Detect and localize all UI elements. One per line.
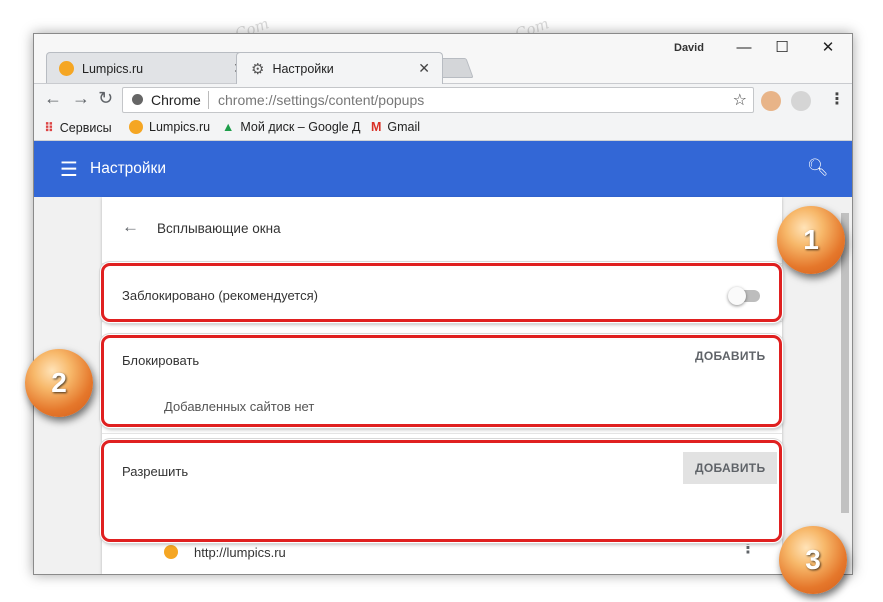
extension-icon[interactable]: [791, 91, 811, 111]
bookmark-label: Gmail: [387, 120, 421, 134]
separator: [208, 91, 209, 109]
highlight-box-allow: [101, 440, 782, 542]
settings-header: ☰ Настройки 🔍︎: [34, 141, 852, 197]
close-button[interactable]: ✕: [808, 37, 848, 59]
bookmark-lumpics[interactable]: Lumpics.ru: [129, 120, 210, 134]
back-arrow-icon[interactable]: ←: [44, 88, 62, 109]
bookmark-label: Lumpics.ru: [149, 120, 211, 134]
step-badge-1: 1: [777, 206, 845, 274]
tab-label: Lumpics.ru: [82, 61, 144, 76]
toolbar: ← → ↻ Chrome chrome://settings/content/p…: [34, 83, 852, 116]
extension-icon[interactable]: [761, 91, 781, 111]
forward-arrow-icon[interactable]: →: [72, 88, 90, 109]
bookmark-label: Сервисы: [59, 120, 112, 135]
reload-icon[interactable]: ↻: [98, 88, 113, 109]
step-badge-3: 3: [779, 526, 847, 594]
search-icon[interactable]: 🔍︎: [807, 158, 829, 178]
back-arrow-icon[interactable]: ←: [122, 217, 139, 237]
close-icon[interactable]: ✕: [418, 60, 430, 77]
tab-settings[interactable]: ⚙ Настройки ✕: [236, 52, 443, 84]
bookmark-services[interactable]: ⠿ Сервисы: [44, 120, 112, 136]
header-title: Настройки: [90, 160, 167, 177]
divider: [102, 433, 782, 434]
scrollbar-thumb[interactable]: [841, 213, 849, 513]
lumpics-favicon-icon: [164, 545, 178, 559]
profile-name[interactable]: David: [674, 42, 704, 54]
lumpics-favicon-icon: [59, 61, 74, 76]
star-icon[interactable]: ☆: [733, 90, 747, 110]
site-label: Chrome: [151, 92, 201, 108]
bookmark-google-drive[interactable]: ▲ Мой диск – Google Д: [222, 120, 360, 134]
title-bar: Lumpics.ru ✕ ⚙ Настройки ✕ David — ☐ ✕: [34, 34, 852, 84]
more-menu-icon[interactable]: ⋮: [829, 89, 845, 109]
lumpics-favicon-icon: [129, 120, 143, 134]
bookmark-label: Мой диск – Google Д: [240, 120, 361, 134]
chrome-icon: [132, 94, 143, 105]
gmail-icon: M: [371, 120, 382, 134]
minimize-button[interactable]: —: [724, 37, 764, 59]
url-text[interactable]: chrome://settings/content/popups: [218, 92, 424, 108]
highlight-box-block: [101, 335, 782, 427]
hamburger-menu-icon[interactable]: ☰: [60, 157, 78, 182]
allowed-site-url: http://lumpics.ru: [194, 545, 286, 560]
apps-grid-icon: ⠿: [44, 121, 54, 135]
bookmarks-bar: ⠿ Сервисы Lumpics.ru ▲ Мой диск – Google…: [34, 115, 852, 141]
tab-label: Настройки: [272, 61, 334, 76]
address-bar[interactable]: Chrome chrome://settings/content/popups …: [122, 87, 754, 113]
tab-lumpics[interactable]: Lumpics.ru ✕: [46, 52, 258, 84]
google-drive-icon: ▲: [222, 120, 235, 134]
page-title: Всплывающие окна: [157, 221, 281, 236]
maximize-button[interactable]: ☐: [762, 37, 802, 59]
gear-icon: ⚙: [251, 60, 265, 78]
step-badge-2: 2: [25, 349, 93, 417]
highlight-box-toggle: [101, 263, 782, 322]
bookmark-gmail[interactable]: M Gmail: [371, 120, 420, 134]
